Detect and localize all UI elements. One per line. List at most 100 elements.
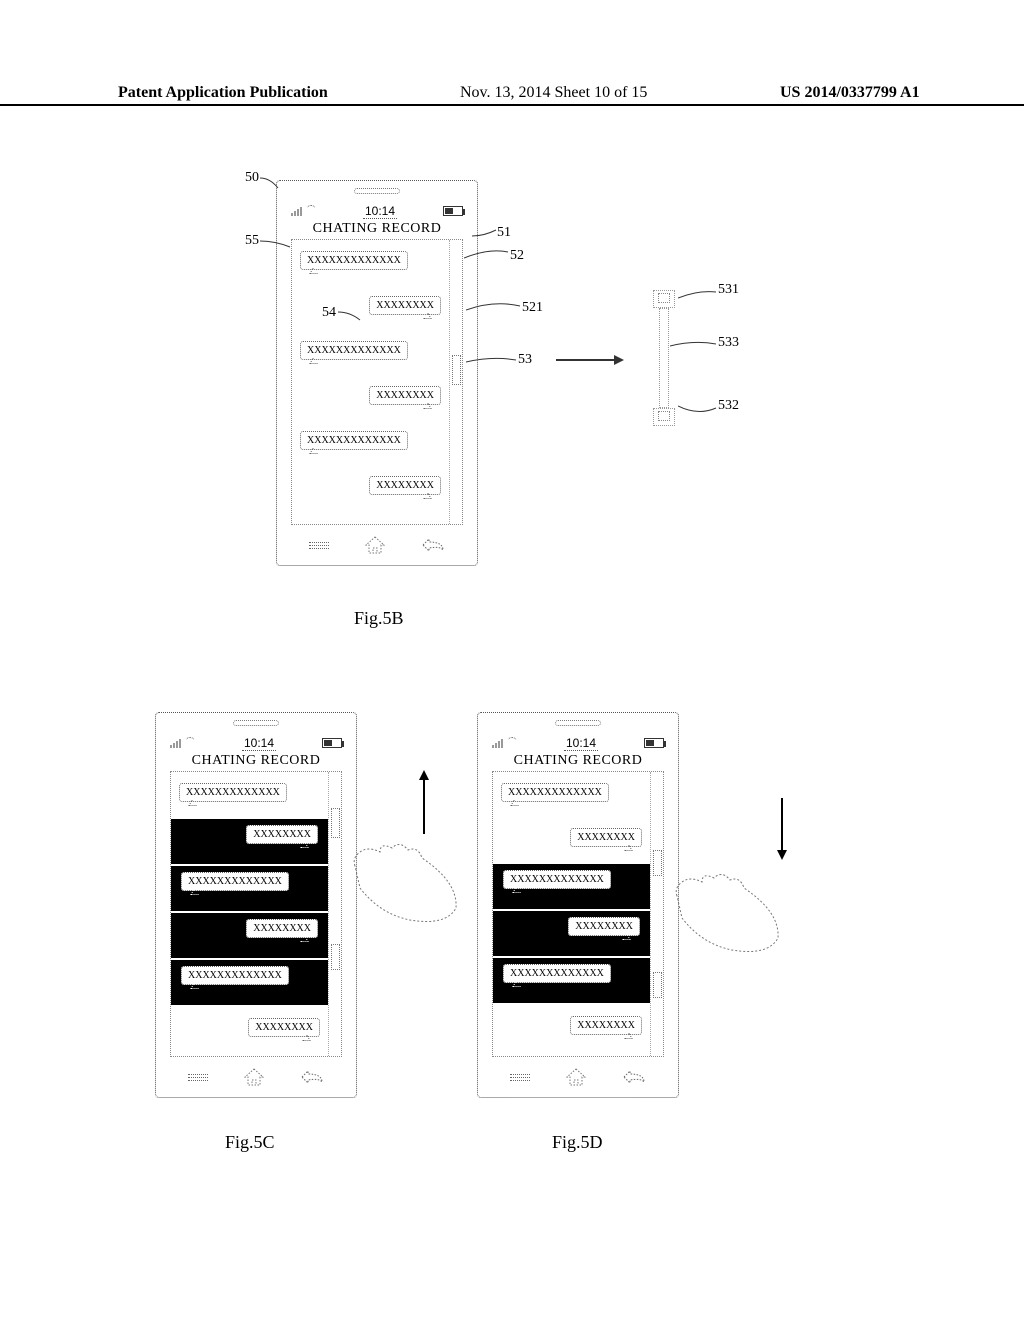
home-icon[interactable] (566, 1068, 586, 1086)
scrollbar-thumb[interactable] (452, 355, 461, 385)
chat-bubble-right: XXXXXXXX (248, 1018, 320, 1037)
header-mid: Nov. 13, 2014 Sheet 10 of 15 (460, 84, 647, 102)
chat-bubble-right: XXXXXXXX (369, 476, 441, 495)
selected-row: XXXXXXXXXXXXX (493, 864, 650, 909)
chat-bubble-right: XXXXXXXX (568, 917, 640, 936)
wifi-icon (506, 737, 518, 749)
nav-bar (492, 1063, 664, 1091)
phone-5b: 10:14 CHATING RECORD XXXXXXXXXXXXX XXXXX… (276, 180, 478, 566)
ref-532: 532 (718, 398, 739, 414)
menu-icon[interactable] (309, 542, 329, 549)
ref-521: 521 (522, 300, 543, 316)
signal-icon (492, 739, 503, 748)
back-icon[interactable] (300, 1070, 324, 1084)
chat-bubble-left: XXXXXXXXXXXXX (503, 870, 611, 889)
ref-52: 52 (510, 248, 524, 264)
scrollbar-rod (659, 308, 669, 408)
chat-bubble-left: XXXXXXXXXXXXX (181, 966, 289, 985)
ref-53: 53 (518, 352, 532, 368)
chat-bubble-right: XXXXXXXX (369, 296, 441, 315)
scrollbar-track[interactable] (450, 240, 462, 524)
lead-line (670, 340, 718, 350)
battery-icon (443, 206, 463, 216)
scrollbar-top-cap (653, 290, 675, 308)
lead-line (260, 239, 292, 249)
header-right: US 2014/0337799 A1 (780, 84, 920, 102)
status-bar: 10:14 (287, 203, 467, 219)
chat-bubble-right: XXXXXXXX (369, 386, 441, 405)
chat-bubble-right: XXXXXXXX (246, 825, 318, 844)
home-icon[interactable] (365, 536, 385, 554)
lead-line (678, 404, 718, 416)
chat-bubble-left: XXXXXXXXXXXXX (501, 783, 609, 802)
battery-icon (644, 738, 664, 748)
lead-line (338, 310, 362, 322)
menu-icon[interactable] (188, 1074, 208, 1081)
ref-51: 51 (497, 225, 511, 241)
scrollbar-thumb-upper[interactable] (653, 850, 662, 876)
nav-bar (291, 531, 463, 559)
gesture-arrow-down-icon (774, 796, 790, 862)
wifi-icon (305, 205, 317, 217)
selected-row: XXXXXXXX (171, 819, 328, 864)
screen-title: CHATING RECORD (287, 221, 467, 237)
signal-icon (170, 739, 181, 748)
screen-title: CHATING RECORD (166, 753, 346, 769)
wifi-icon (184, 737, 196, 749)
lead-line (466, 356, 518, 366)
phone-5d: 10:14 CHATING RECORD XXXXXXXXXXXXX XXXXX… (477, 712, 679, 1098)
lead-line (466, 300, 522, 312)
figure-caption-5b: Fig.5B (354, 608, 404, 629)
scrollbar-thumb-lower[interactable] (653, 972, 662, 998)
back-icon[interactable] (622, 1070, 646, 1084)
lead-line (464, 248, 510, 260)
chat-bubble-left: XXXXXXXXXXXXX (300, 431, 408, 450)
content-region[interactable]: XXXXXXXXXXXXX XXXXXXXX XXXXXXXXXXXXX XXX… (171, 772, 329, 1056)
selected-row: XXXXXXXXXXXXX (171, 866, 328, 911)
scrollbar-track[interactable] (651, 772, 663, 1056)
chat-bubble-right: XXXXXXXX (246, 919, 318, 938)
selected-row: XXXXXXXXXXXXX (493, 958, 650, 1003)
ref-55: 55 (245, 233, 259, 249)
scrollbar-thumb-lower[interactable] (331, 944, 340, 970)
screen-area: XXXXXXXXXXXXX XXXXXXXX XXXXXXXXXXXXX XXX… (170, 771, 342, 1057)
screen-area: XXXXXXXXXXXXX XXXXXXXX XXXXXXXXXXXXX XXX… (291, 239, 463, 525)
chat-bubble-right: XXXXXXXX (570, 1016, 642, 1035)
earpiece-icon (354, 188, 400, 194)
scrollbar-bottom-cap (653, 408, 675, 426)
chat-bubble-left: XXXXXXXXXXXXX (181, 872, 289, 891)
content-region[interactable]: XXXXXXXXXXXXX XXXXXXXX XXXXXXXXXXXXX XXX… (493, 772, 651, 1056)
screen-area: XXXXXXXXXXXXX XXXXXXXX XXXXXXXXXXXXX XXX… (492, 771, 664, 1057)
chat-bubble-left: XXXXXXXXXXXXX (300, 341, 408, 360)
ref-531: 531 (718, 282, 739, 298)
screen-title: CHATING RECORD (488, 753, 668, 769)
hand-icon (672, 868, 782, 958)
hand-icon (350, 838, 460, 928)
content-region[interactable]: XXXXXXXXXXXXX XXXXXXXX XXXXXXXXXXXXX XXX… (292, 240, 450, 524)
gesture-arrow-up-icon (416, 770, 432, 836)
home-icon[interactable] (244, 1068, 264, 1086)
ref-533: 533 (718, 335, 739, 351)
status-time: 10:14 (363, 204, 397, 219)
figure-caption-5c: Fig.5C (225, 1132, 275, 1153)
selected-row: XXXXXXXXXXXXX (171, 960, 328, 1005)
chat-bubble-left: XXXXXXXXXXXXX (300, 251, 408, 270)
phone-5c: 10:14 CHATING RECORD XXXXXXXXXXXXX XXXXX… (155, 712, 357, 1098)
ref-50: 50 (245, 170, 259, 186)
signal-icon (291, 207, 302, 216)
back-icon[interactable] (421, 538, 445, 552)
chat-bubble-left: XXXXXXXXXXXXX (503, 964, 611, 983)
status-bar: 10:14 (488, 735, 668, 751)
arrow-icon (556, 352, 626, 368)
earpiece-icon (233, 720, 279, 726)
battery-icon (322, 738, 342, 748)
menu-icon[interactable] (510, 1074, 530, 1081)
scrollbar-track[interactable] (329, 772, 341, 1056)
selected-row: XXXXXXXX (171, 913, 328, 958)
ref-54: 54 (322, 305, 336, 321)
scrollbar-thumb-upper[interactable] (331, 808, 340, 838)
status-time: 10:14 (242, 736, 276, 751)
header-left: Patent Application Publication (118, 84, 328, 102)
page-header: Patent Application Publication Nov. 13, … (0, 84, 1024, 106)
status-time: 10:14 (564, 736, 598, 751)
